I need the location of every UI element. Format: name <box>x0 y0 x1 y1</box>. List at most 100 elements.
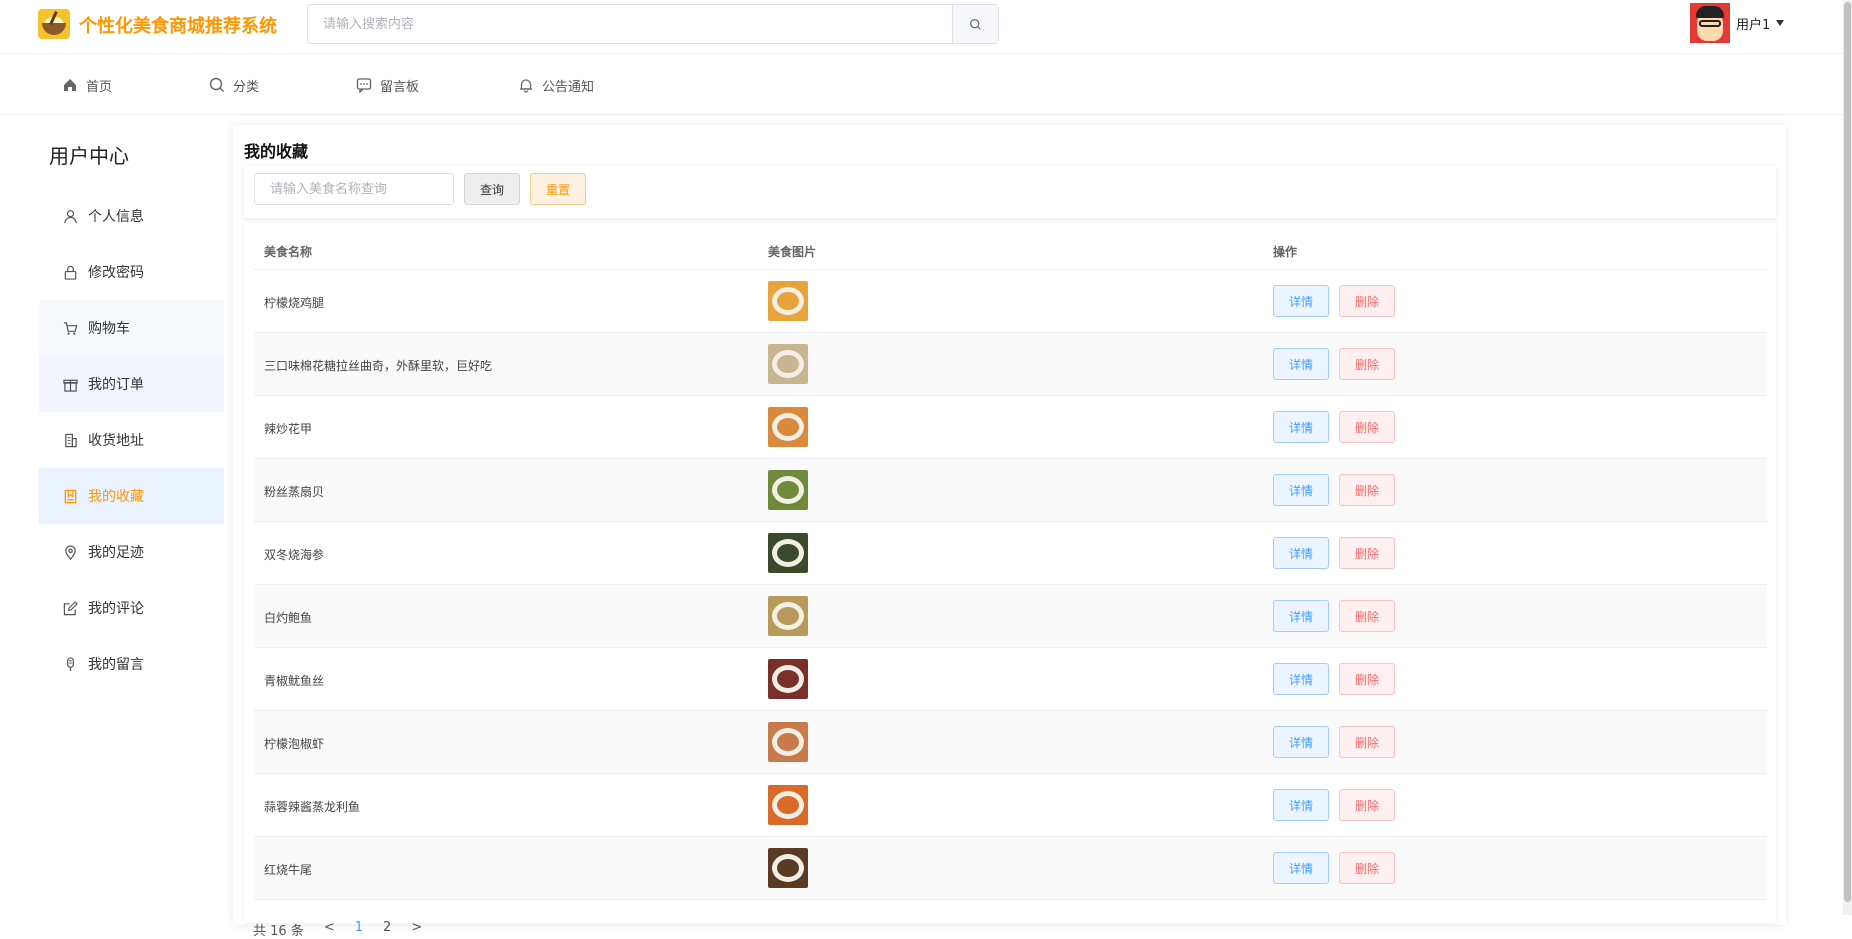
nav-item-notice[interactable]: 公告通知 <box>518 55 594 115</box>
sidebar-item-orders[interactable]: 我的订单 <box>39 356 224 412</box>
nav-label: 留言板 <box>380 79 420 95</box>
sidebar-item-password[interactable]: 修改密码 <box>39 244 224 300</box>
detail-button[interactable]: 详情 <box>1273 411 1329 443</box>
sidebar-title: 用户中心 <box>49 144 129 168</box>
site-title[interactable]: 个性化美食商城推荐系统 <box>79 12 277 38</box>
pagination: 共 16 条 < 1 2 > <box>253 920 422 939</box>
detail-button[interactable]: 详情 <box>1273 600 1329 632</box>
delete-button[interactable]: 删除 <box>1339 600 1395 632</box>
user-name[interactable]: 用户1 <box>1736 14 1770 33</box>
edit-icon <box>63 600 78 615</box>
delete-button[interactable]: 删除 <box>1339 474 1395 506</box>
food-name: 柠檬烧鸡腿 <box>264 296 325 310</box>
sidebar-item-label: 个人信息 <box>88 209 144 225</box>
sidebar-item-label: 我的订单 <box>88 377 144 393</box>
avatar[interactable] <box>1690 3 1730 43</box>
table-row: 双冬烧海参 详情 删除 <box>254 522 1767 585</box>
sidebar-item-favorites[interactable]: 我的收藏 <box>39 468 224 524</box>
search-input[interactable] <box>308 5 952 43</box>
mic-icon <box>67 656 74 671</box>
detail-button[interactable]: 详情 <box>1273 348 1329 380</box>
reset-button[interactable]: 重置 <box>530 173 586 205</box>
detail-button[interactable]: 详情 <box>1273 663 1329 695</box>
food-image <box>768 659 808 699</box>
sidebar-item-cart[interactable]: 购物车 <box>39 300 224 356</box>
food-name: 柠檬泡椒虾 <box>264 737 325 751</box>
food-name: 双冬烧海参 <box>264 548 325 562</box>
building-icon <box>65 433 77 447</box>
table-body: 柠檬烧鸡腿 详情 删除 三口味棉花糖拉丝曲奇，外酥里软，巨好吃 详情 删除 辣炒花甲 详情 删除… <box>254 270 1767 900</box>
table-row: 粉丝蒸扇贝 详情 删除 <box>254 459 1767 522</box>
delete-button[interactable]: 删除 <box>1339 348 1395 380</box>
food-name-search-input[interactable] <box>254 173 454 205</box>
user-menu[interactable]: 用户1 <box>1690 2 1785 44</box>
detail-button[interactable]: 详情 <box>1273 726 1329 758</box>
page-title: 我的收藏 <box>244 142 309 161</box>
caret-down-icon[interactable] <box>1776 20 1785 26</box>
food-image <box>768 722 808 762</box>
sidebar-item-messages[interactable]: 我的留言 <box>39 636 224 692</box>
pagination-total: 共 16 条 <box>253 924 304 939</box>
nav-label: 首页 <box>86 79 113 95</box>
detail-button[interactable]: 详情 <box>1273 285 1329 317</box>
delete-button[interactable]: 删除 <box>1339 285 1395 317</box>
table-row: 辣炒花甲 详情 删除 <box>254 396 1767 459</box>
query-button[interactable]: 查询 <box>464 173 520 205</box>
table-row: 柠檬烧鸡腿 详情 删除 <box>254 270 1767 333</box>
food-name: 蒜蓉辣酱蒸龙利鱼 <box>264 800 361 814</box>
site-logo[interactable] <box>38 9 70 39</box>
bookmark-icon <box>64 489 77 503</box>
sidebar-item-footprints[interactable]: 我的足迹 <box>39 524 224 580</box>
search-button[interactable] <box>952 5 998 43</box>
page-scrollbar[interactable] <box>1843 0 1852 915</box>
table-row: 白灼鲍鱼 详情 删除 <box>254 585 1767 648</box>
bell-icon <box>520 79 532 93</box>
sidebar-item-label: 我的足迹 <box>88 545 144 561</box>
delete-button[interactable]: 删除 <box>1339 537 1395 569</box>
sidebar-item-address[interactable]: 收货地址 <box>39 412 224 468</box>
delete-button[interactable]: 删除 <box>1339 852 1395 884</box>
chat-icon <box>356 78 372 93</box>
search-box <box>307 4 999 44</box>
pagination-page-2[interactable]: 2 <box>383 920 391 939</box>
nav-label: 公告通知 <box>542 79 595 95</box>
detail-button[interactable]: 详情 <box>1273 852 1329 884</box>
location-icon <box>65 545 76 560</box>
food-image <box>768 470 808 510</box>
food-image <box>768 281 808 321</box>
detail-button[interactable]: 详情 <box>1273 474 1329 506</box>
scrollbar-thumb[interactable] <box>1844 2 1851 902</box>
food-name: 青椒鱿鱼丝 <box>264 674 325 688</box>
nav-item-category[interactable]: 分类 <box>209 55 259 115</box>
sidebar-item-label: 购物车 <box>88 321 130 337</box>
nav-item-message-board[interactable]: 留言板 <box>356 55 419 115</box>
pagination-next-button[interactable]: > <box>411 920 422 939</box>
sidebar-item-label: 我的评论 <box>88 601 144 617</box>
pagination-prev-button[interactable]: < <box>324 920 335 939</box>
detail-button[interactable]: 详情 <box>1273 537 1329 569</box>
nav-item-home[interactable]: 首页 <box>62 55 112 115</box>
search-icon <box>970 18 981 30</box>
query-bar: 查询 重置 <box>244 166 1776 218</box>
delete-button[interactable]: 删除 <box>1339 726 1395 758</box>
search-icon <box>209 77 224 92</box>
food-image <box>768 596 808 636</box>
top-bar: 个性化美食商城推荐系统 用户1 <box>0 0 1852 54</box>
table-header: 美食名称 美食图片 操作 <box>254 223 1767 270</box>
favorites-table: 美食名称 美食图片 操作 柠檬烧鸡腿 详情 删除 三口味棉花糖拉丝曲奇，外酥里软，巨好… <box>254 223 1767 900</box>
home-icon <box>64 79 76 91</box>
food-image <box>768 533 808 573</box>
delete-button[interactable]: 删除 <box>1339 411 1395 443</box>
food-name: 白灼鲍鱼 <box>264 611 313 625</box>
food-image <box>768 848 808 888</box>
delete-button[interactable]: 删除 <box>1339 789 1395 821</box>
sidebar-item-profile[interactable]: 个人信息 <box>39 188 224 244</box>
user-icon <box>64 209 77 223</box>
delete-button[interactable]: 删除 <box>1339 663 1395 695</box>
table-row: 红烧牛尾 详情 删除 <box>254 837 1767 900</box>
detail-button[interactable]: 详情 <box>1273 789 1329 821</box>
sidebar-item-comments[interactable]: 我的评论 <box>39 580 224 636</box>
sidebar-item-label: 修改密码 <box>88 265 144 281</box>
pagination-page-1[interactable]: 1 <box>355 920 363 939</box>
main-nav: 首页 分类 留言板 公告通知 <box>0 55 1852 115</box>
